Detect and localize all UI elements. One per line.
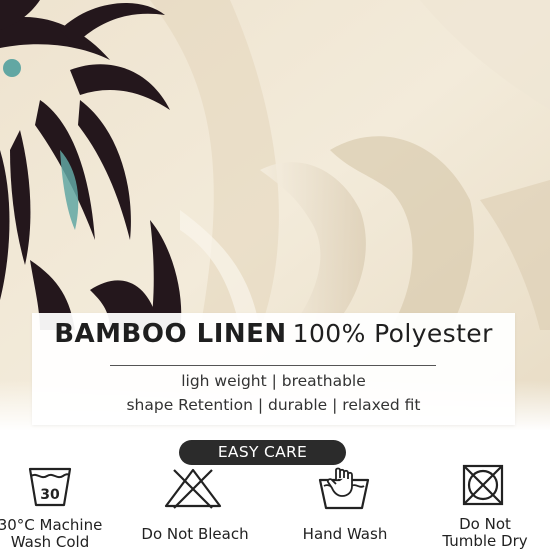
no-tumble-dry-label-line-2: Tumble Dry [442, 532, 528, 550]
feature-line-1: ligh weight | breathable [181, 372, 366, 390]
feature-line-2: shape Retention | durable | relaxed fit [126, 396, 421, 414]
no-tumble-dry-label-line-1: Do Not [459, 515, 511, 533]
product-title: BAMBOO LINEN 100% Polyester [32, 319, 515, 349]
title-divider [110, 365, 436, 366]
no-bleach-icon [162, 466, 224, 514]
wash-temperature: 30 [40, 487, 60, 503]
wash-30-label-line-2: Wash Cold [10, 533, 90, 551]
wash-30-icon: 30 [27, 463, 73, 513]
easy-care-badge: EASY CARE [179, 440, 346, 465]
title-composition: 100% Polyester [292, 319, 493, 348]
wash-30-label-line-1: 30°C Machine [0, 516, 103, 534]
no-bleach-label: Do Not Bleach [141, 525, 249, 543]
hand-wash-icon [316, 466, 372, 514]
title-material: BAMBOO LINEN [54, 319, 287, 349]
product-banner: BAMBOO LINEN 100% Polyester ligh weight |… [32, 313, 515, 425]
no-tumble-dry-label: Do Not Tumble Dry [430, 516, 540, 550]
hand-wash-label: Hand Wash [302, 525, 388, 543]
no-tumble-dry-icon [461, 463, 505, 511]
wash-30-label: 30°C Machine Wash Cold [0, 517, 106, 551]
